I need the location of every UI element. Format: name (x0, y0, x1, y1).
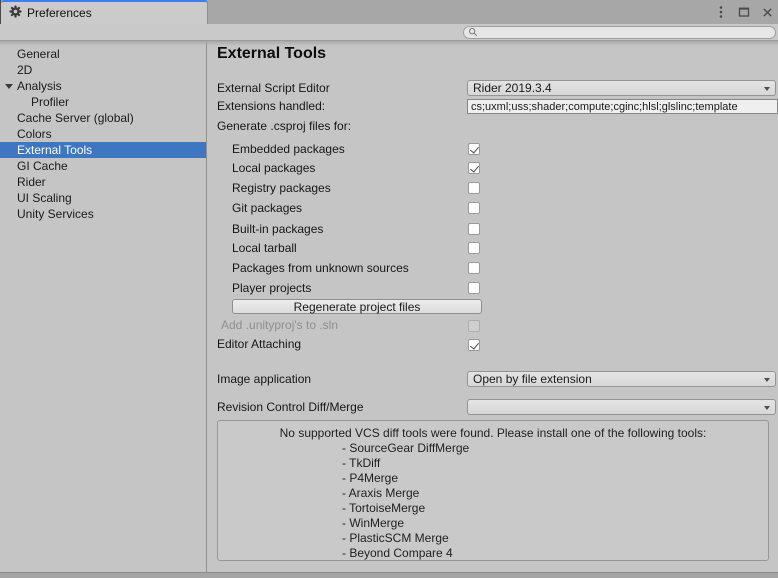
sidebar-item-external-tools[interactable]: External Tools (0, 142, 206, 158)
sidebar-item-rider[interactable]: Rider (0, 174, 206, 190)
git-packages-checkbox[interactable] (468, 202, 480, 214)
player-projects-label: Player projects (232, 280, 311, 296)
builtin-packages-label: Built-in packages (232, 221, 323, 237)
image-application-label: Image application (217, 371, 311, 387)
embedded-packages-checkbox[interactable] (468, 143, 480, 155)
external-tools-panel: External Tools External Script Editor Ri… (207, 41, 778, 572)
sidebar-item-colors[interactable]: Colors (0, 126, 206, 142)
git-packages-label: Git packages (232, 200, 302, 216)
vcs-tool-item: - TortoiseMerge (342, 501, 768, 516)
local-tarball-checkbox[interactable] (468, 242, 480, 254)
window-title: Preferences (27, 6, 92, 20)
window-controls (714, 0, 774, 24)
generate-csproj-label: Generate .csproj files for: (217, 118, 351, 134)
revision-control-dropdown[interactable] (467, 399, 776, 415)
add-unityproj-checkbox (468, 320, 480, 332)
regenerate-project-files-button[interactable]: Regenerate project files (232, 299, 482, 314)
toolbar (0, 24, 778, 41)
sidebar-item-cache-server[interactable]: Cache Server (global) (0, 110, 206, 126)
page-title: External Tools (217, 45, 326, 63)
editor-attaching-label: Editor Attaching (217, 336, 301, 352)
search-icon (468, 26, 478, 40)
vcs-tool-item: - WinMerge (342, 516, 768, 531)
extensions-handled-input[interactable] (467, 99, 778, 114)
tab-preferences[interactable]: Preferences (1, 0, 208, 24)
editor-attaching-checkbox[interactable] (468, 339, 480, 351)
embedded-packages-label: Embedded packages (232, 141, 345, 157)
sidebar-item-gi-cache[interactable]: GI Cache (0, 158, 206, 174)
search-input[interactable] (481, 27, 771, 38)
menu-kebab-icon[interactable] (714, 3, 728, 21)
vcs-tools-list: - SourceGear DiffMerge - TkDiff - P4Merg… (342, 441, 768, 561)
external-script-editor-label: External Script Editor (217, 80, 330, 96)
revision-control-label: Revision Control Diff/Merge (217, 399, 364, 415)
close-icon[interactable] (760, 3, 774, 21)
extensions-handled-label: Extensions handled: (217, 98, 325, 114)
sidebar-item-unity-services[interactable]: Unity Services (0, 206, 206, 222)
chevron-down-icon (764, 378, 770, 382)
vcs-tool-item: - P4Merge (342, 471, 768, 486)
registry-packages-checkbox[interactable] (468, 182, 480, 194)
preferences-sidebar: General 2D Analysis Profiler Cache Serve… (0, 41, 207, 572)
unknown-sources-label: Packages from unknown sources (232, 260, 409, 276)
vcs-tool-item: - Araxis Merge (342, 486, 768, 501)
foldout-arrow-icon[interactable] (5, 84, 13, 89)
vcs-tool-item: - PlasticSCM Merge (342, 531, 768, 546)
sidebar-item-general[interactable]: General (0, 46, 206, 62)
vcs-tool-item: - Beyond Compare 4 (342, 546, 768, 561)
tab-bar: Preferences (0, 0, 778, 24)
vcs-notice-message: No supported VCS diff tools were found. … (218, 426, 768, 441)
external-script-editor-dropdown[interactable]: Rider 2019.3.4 (467, 80, 776, 96)
sidebar-item-ui-scaling[interactable]: UI Scaling (0, 190, 206, 206)
vcs-tool-item: - SourceGear DiffMerge (342, 441, 768, 456)
local-packages-checkbox[interactable] (468, 162, 480, 174)
search-box[interactable] (463, 26, 776, 39)
sidebar-item-analysis[interactable]: Analysis (0, 78, 206, 94)
maximize-icon[interactable] (737, 3, 751, 21)
chevron-down-icon (764, 406, 770, 410)
local-packages-label: Local packages (232, 160, 315, 176)
builtin-packages-checkbox[interactable] (468, 223, 480, 235)
local-tarball-label: Local tarball (232, 240, 297, 256)
registry-packages-label: Registry packages (232, 180, 331, 196)
chevron-down-icon (764, 87, 770, 91)
sidebar-item-profiler[interactable]: Profiler (0, 94, 206, 110)
vcs-tool-item: - TkDiff (342, 456, 768, 471)
player-projects-checkbox[interactable] (468, 282, 480, 294)
preferences-window: Preferences (0, 0, 778, 578)
gear-icon (9, 5, 22, 21)
vcs-notice-box: No supported VCS diff tools were found. … (217, 420, 769, 561)
add-unityproj-label: Add .unityproj's to .sln (221, 317, 338, 333)
image-application-dropdown[interactable]: Open by file extension (467, 371, 776, 387)
sidebar-item-2d[interactable]: 2D (0, 62, 206, 78)
unknown-sources-checkbox[interactable] (468, 262, 480, 274)
status-strip (0, 572, 778, 578)
